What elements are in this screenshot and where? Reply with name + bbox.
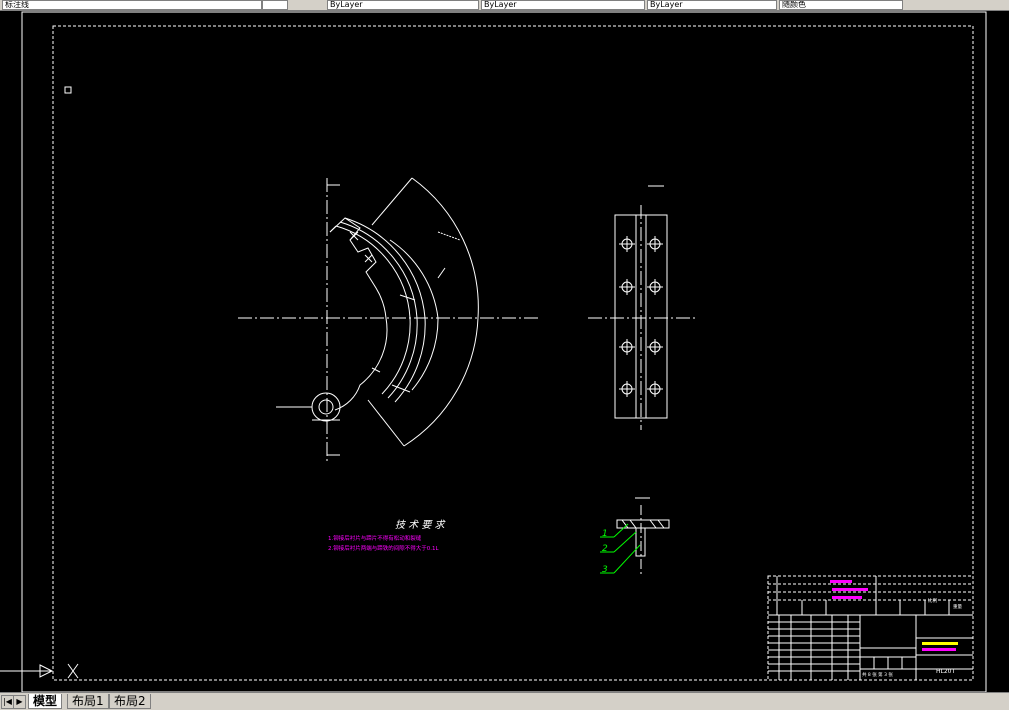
drawing-svg: 1 2 3 技 术 要 求 1.铆接后衬片与蹄片不得有松动和裂缝 2.铆接后衬片…	[0, 11, 987, 692]
title-block-scale: 比例	[928, 597, 937, 604]
tab-layout1[interactable]: 布局1	[67, 694, 109, 709]
drawing-number: HL20T	[936, 668, 955, 675]
balloon-3: 3	[602, 565, 608, 575]
drawing-canvas[interactable]: 1 2 3 技 术 要 求 1.铆接后衬片与蹄片不得有松动和裂缝 2.铆接后衬片…	[0, 11, 1009, 692]
nav-next-button[interactable]: ▶	[13, 695, 26, 709]
title-block-magenta-4	[922, 648, 956, 651]
title-block	[767, 575, 974, 681]
title-block-magenta-2	[832, 588, 868, 591]
title-block-sheet: 共 8 张 第 3 张	[862, 671, 893, 678]
title-block-yellow-1	[922, 642, 958, 645]
title-block-weight: 重量	[953, 603, 962, 610]
linetype-dropdown[interactable]: ByLayer	[481, 0, 645, 10]
title-block-magenta-1	[830, 580, 852, 583]
tab-model[interactable]: 模型	[28, 694, 63, 709]
grip-marker	[64, 86, 72, 94]
side-view	[588, 185, 698, 430]
plotstyle-dropdown[interactable]: 随颜色	[779, 0, 903, 10]
ucs-icon	[0, 663, 79, 679]
brake-shoe-view	[238, 177, 538, 462]
tech-requirements-title: 技 术 要 求	[395, 519, 447, 531]
properties-toolbar: 标注线 ByLayer ByLayer ByLayer 随颜色	[0, 0, 1009, 11]
balloon-1: 1	[602, 529, 608, 539]
layout-tabs-bar: |◀ ▶ 模型 布局1 布局2	[0, 692, 1009, 710]
title-block-magenta-3	[832, 596, 862, 599]
lineweight-dropdown[interactable]: ByLayer	[647, 0, 777, 10]
layer-dropdown[interactable]: 标注线	[2, 0, 262, 10]
tech-note-1: 1.铆接后衬片与蹄片不得有松动和裂缝	[328, 534, 422, 542]
balloon-2: 2	[602, 544, 608, 554]
tech-note-2: 2.铆接后衬片两端与蹄铁的间隙不得大于0.1L	[328, 544, 439, 552]
color-icon[interactable]	[262, 0, 288, 10]
color-dropdown[interactable]: ByLayer	[327, 0, 479, 10]
tab-layout2[interactable]: 布局2	[109, 694, 151, 709]
section-detail	[616, 497, 670, 575]
